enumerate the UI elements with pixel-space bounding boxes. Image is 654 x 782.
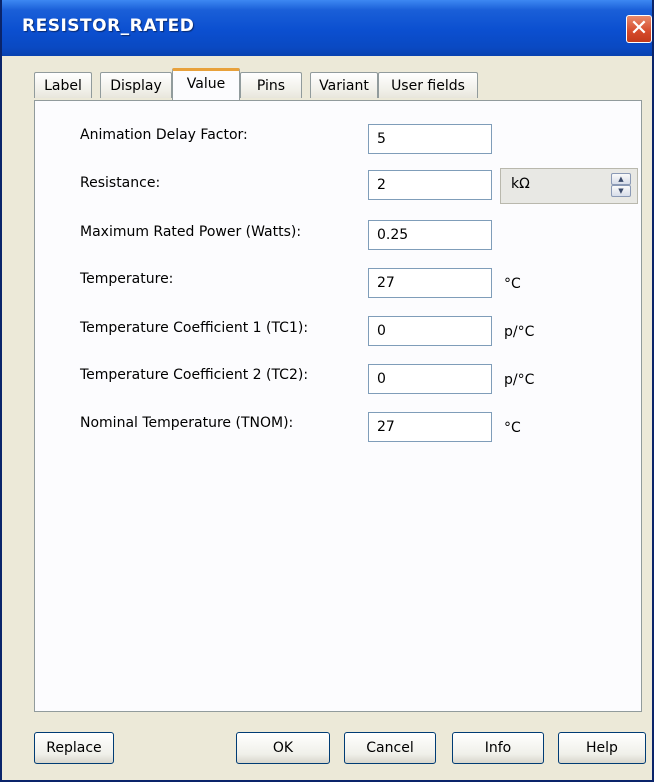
tc2-label: Temperature Coefficient 2 (TC2):: [80, 367, 309, 383]
tab-user-fields[interactable]: User fields: [378, 72, 478, 98]
tab-display[interactable]: Display: [100, 72, 172, 98]
temperature-label: Temperature:: [80, 271, 174, 287]
tnom-unit: °C: [504, 420, 521, 436]
temperature-field[interactable]: 27: [368, 268, 492, 298]
tnom-field[interactable]: 27: [368, 412, 492, 442]
max-power-label: Maximum Rated Power (Watts):: [80, 224, 302, 240]
resistance-field[interactable]: 2: [368, 170, 492, 200]
resistance-unit: kΩ: [511, 176, 530, 192]
resistance-label: Resistance:: [80, 175, 161, 191]
tc1-unit: p/°C: [504, 324, 535, 340]
help-button[interactable]: Help: [558, 732, 646, 764]
tc2-unit: p/°C: [504, 372, 535, 388]
spin-up-icon[interactable]: ▲: [611, 173, 631, 185]
ok-button[interactable]: OK: [236, 732, 330, 764]
tab-pins[interactable]: Pins: [240, 72, 302, 98]
animation-delay-field[interactable]: 5: [368, 124, 492, 154]
dialog-window: RESISTOR_RATED ✕ Label Display Value Pin…: [0, 0, 654, 782]
tc1-label: Temperature Coefficient 1 (TC1):: [80, 320, 309, 336]
temperature-unit: °C: [504, 276, 521, 292]
tab-variant[interactable]: Variant: [310, 72, 378, 98]
resistance-unit-select[interactable]: kΩ ▲ ▼: [500, 168, 638, 204]
animation-delay-label: Animation Delay Factor:: [80, 127, 248, 143]
tnom-label: Nominal Temperature (TNOM):: [80, 415, 294, 431]
tab-value[interactable]: Value: [172, 68, 240, 100]
replace-button[interactable]: Replace: [34, 732, 114, 764]
close-button[interactable]: ✕: [626, 15, 652, 43]
close-icon: ✕: [629, 16, 649, 41]
info-button[interactable]: Info: [452, 732, 544, 764]
cancel-button[interactable]: Cancel: [344, 732, 436, 764]
tab-label[interactable]: Label: [34, 72, 92, 98]
unit-spinner[interactable]: ▲ ▼: [611, 173, 633, 199]
spin-down-icon[interactable]: ▼: [611, 185, 631, 197]
tc1-field[interactable]: 0: [368, 316, 492, 346]
title-bar[interactable]: RESISTOR_RATED ✕: [2, 0, 652, 56]
max-power-field[interactable]: 0.25: [368, 220, 492, 250]
tc2-field[interactable]: 0: [368, 364, 492, 394]
window-title: RESISTOR_RATED: [22, 16, 195, 36]
